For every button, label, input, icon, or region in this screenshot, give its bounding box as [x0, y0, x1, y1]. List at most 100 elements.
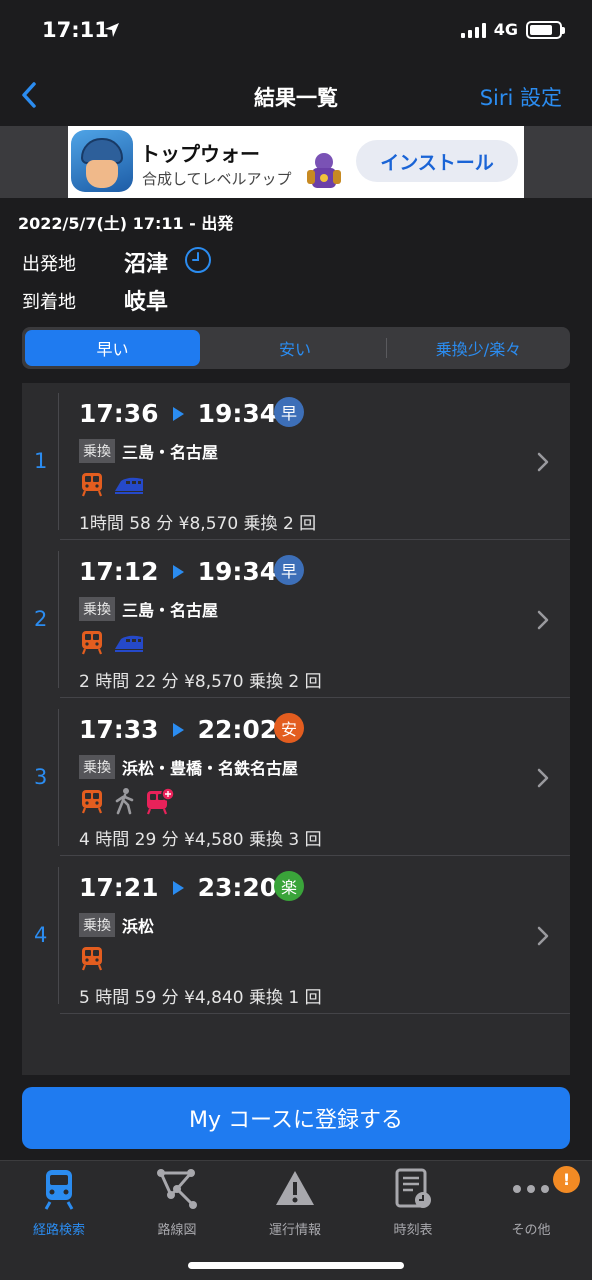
location-arrow-icon — [105, 23, 119, 37]
train-icon — [79, 629, 105, 659]
chevron-right-icon — [537, 610, 549, 630]
route-item[interactable]: 3 17:33 22:02 安 乗換 浜松・豊橋・名鉄名古屋 4 時間 29 分… — [22, 699, 570, 856]
to-label: 到着地 — [22, 292, 76, 313]
ad-title: トップウォー — [140, 142, 260, 166]
status-indicators: 4G — [460, 20, 565, 39]
tab-label: その他 — [511, 1223, 551, 1238]
transfer-tag: 乗換 — [79, 755, 115, 779]
chevron-right-icon — [537, 768, 549, 788]
route-badge: 楽 — [274, 871, 304, 901]
transport-icons — [79, 629, 145, 659]
route-times: 17:33 22:02 — [79, 715, 277, 744]
route-times: 17:21 23:20 — [79, 873, 277, 902]
battery-icon — [526, 20, 565, 39]
train-icon — [79, 471, 105, 501]
arrive-time: 23:20 — [197, 873, 278, 902]
chevron-right-icon — [537, 452, 549, 472]
arrow-right-icon — [172, 406, 184, 421]
tab-route-map[interactable]: 路線図 — [118, 1167, 236, 1238]
transfer-tag: 乗換 — [79, 913, 115, 937]
arrive-time: 19:34 — [197, 557, 278, 586]
tab-fewest-transfers[interactable]: 乗換少/楽々 — [390, 330, 567, 366]
route-summary: 4 時間 29 分 ¥4,580 乗換 3 回 — [79, 830, 322, 850]
route-index: 1 — [34, 449, 48, 473]
depart-time: 17:12 — [79, 557, 159, 586]
status-bar: 17:11 4G — [0, 0, 592, 64]
network-type: 4G — [493, 20, 518, 39]
train-icon — [79, 788, 105, 818]
route-item[interactable]: 4 17:21 23:20 楽 乗換 浜松 5 時間 59 分 ¥4,840 乗… — [22, 857, 570, 1014]
tab-fastest[interactable]: 早い — [25, 330, 200, 366]
transfer-row: 乗換 浜松 — [79, 913, 154, 937]
route-index: 3 — [34, 765, 48, 789]
transfer-row: 乗換 三島・名古屋 — [79, 439, 218, 463]
transfer-stations: 浜松・豊橋・名鉄名古屋 — [122, 759, 299, 778]
route-times: 17:36 19:34 — [79, 399, 277, 428]
row-separator — [60, 539, 570, 540]
route-summary: 1時間 58 分 ¥8,570 乗換 2 回 — [79, 514, 317, 534]
row-separator — [60, 1013, 570, 1014]
train-front-icon — [44, 1170, 74, 1210]
route-badge: 早 — [274, 397, 304, 427]
ad-banner[interactable]: トップウォー 合成してレベルアップ インストール — [68, 126, 524, 198]
transfer-tag: 乗換 — [79, 439, 115, 463]
tab-label: 経路検索 — [32, 1223, 85, 1238]
route-summary: 5 時間 59 分 ¥4,840 乗換 1 回 — [79, 988, 322, 1008]
status-time: 17:11 — [42, 18, 109, 42]
route-results-list: 1 17:36 19:34 早 乗換 三島・名古屋 1時間 58 分 ¥8,57… — [22, 383, 570, 1075]
route-divider — [58, 551, 59, 688]
warning-icon — [276, 1171, 314, 1205]
siri-settings-button[interactable]: Siri 設定 — [480, 82, 562, 112]
route-index: 2 — [34, 607, 48, 631]
route-badge: 早 — [274, 555, 304, 585]
timetable-icon — [395, 1168, 431, 1208]
tab-label: 時刻表 — [393, 1223, 433, 1238]
transfer-row: 乗換 浜松・豊橋・名鉄名古屋 — [79, 755, 298, 779]
route-times: 17:12 19:34 — [79, 557, 277, 586]
ad-subtitle: 合成してレベルアップ — [142, 170, 292, 188]
shinkansen-icon — [113, 629, 145, 659]
arrow-right-icon — [172, 564, 184, 579]
shinkansen-icon — [113, 471, 145, 501]
to-station[interactable]: 岐阜 — [124, 284, 168, 316]
from-station[interactable]: 沼津 — [124, 246, 168, 278]
walk-icon — [113, 787, 137, 819]
depart-time: 17:33 — [79, 715, 159, 744]
tab-route-search[interactable]: 経路検索 — [0, 1167, 118, 1238]
arrow-right-icon — [172, 880, 184, 895]
depart-time: 17:21 — [79, 873, 159, 902]
route-item[interactable]: 2 17:12 19:34 早 乗換 三島・名古屋 2 時間 22 分 ¥8,5… — [22, 541, 570, 698]
from-label: 出発地 — [22, 254, 76, 275]
train-icon — [79, 945, 105, 975]
signal-icon — [460, 22, 486, 38]
arrive-time: 19:34 — [197, 399, 278, 428]
ad-character-image — [307, 153, 341, 188]
chevron-right-icon — [537, 926, 549, 946]
more-icon — [513, 1185, 549, 1193]
arrow-right-icon — [172, 722, 184, 737]
transfer-row: 乗換 三島・名古屋 — [79, 597, 218, 621]
route-summary: 2 時間 22 分 ¥8,570 乗換 2 回 — [79, 672, 322, 692]
notification-badge: ! — [553, 1166, 580, 1193]
transfer-stations: 三島・名古屋 — [122, 443, 219, 462]
register-my-course-button[interactable]: My コースに登録する — [22, 1087, 570, 1149]
tab-timetable[interactable]: 時刻表 — [354, 1167, 472, 1238]
ad-area: トップウォー 合成してレベルアップ インストール — [0, 126, 592, 198]
battery-level — [530, 24, 553, 35]
route-divider — [58, 867, 59, 1004]
tab-service-info[interactable]: 運行情報 — [236, 1167, 354, 1238]
tab-label: 路線図 — [157, 1223, 197, 1238]
tab-cheapest[interactable]: 安い — [206, 330, 384, 366]
route-divider — [58, 709, 59, 846]
transfer-stations: 浜松 — [122, 917, 155, 936]
arrive-time: 22:02 — [197, 715, 278, 744]
row-separator — [60, 855, 570, 856]
back-chevron-icon[interactable] — [14, 78, 48, 112]
install-button[interactable]: インストール — [356, 140, 518, 182]
departure-datetime[interactable]: 2022/5/7(土) 17:11 - 出発 — [18, 210, 233, 234]
depart-time: 17:36 — [79, 399, 159, 428]
clock-icon[interactable] — [184, 246, 212, 274]
transport-icons — [79, 787, 175, 819]
navigation-bar: 結果一覧 Siri 設定 — [0, 64, 592, 126]
route-item[interactable]: 1 17:36 19:34 早 乗換 三島・名古屋 1時間 58 分 ¥8,57… — [22, 383, 570, 540]
